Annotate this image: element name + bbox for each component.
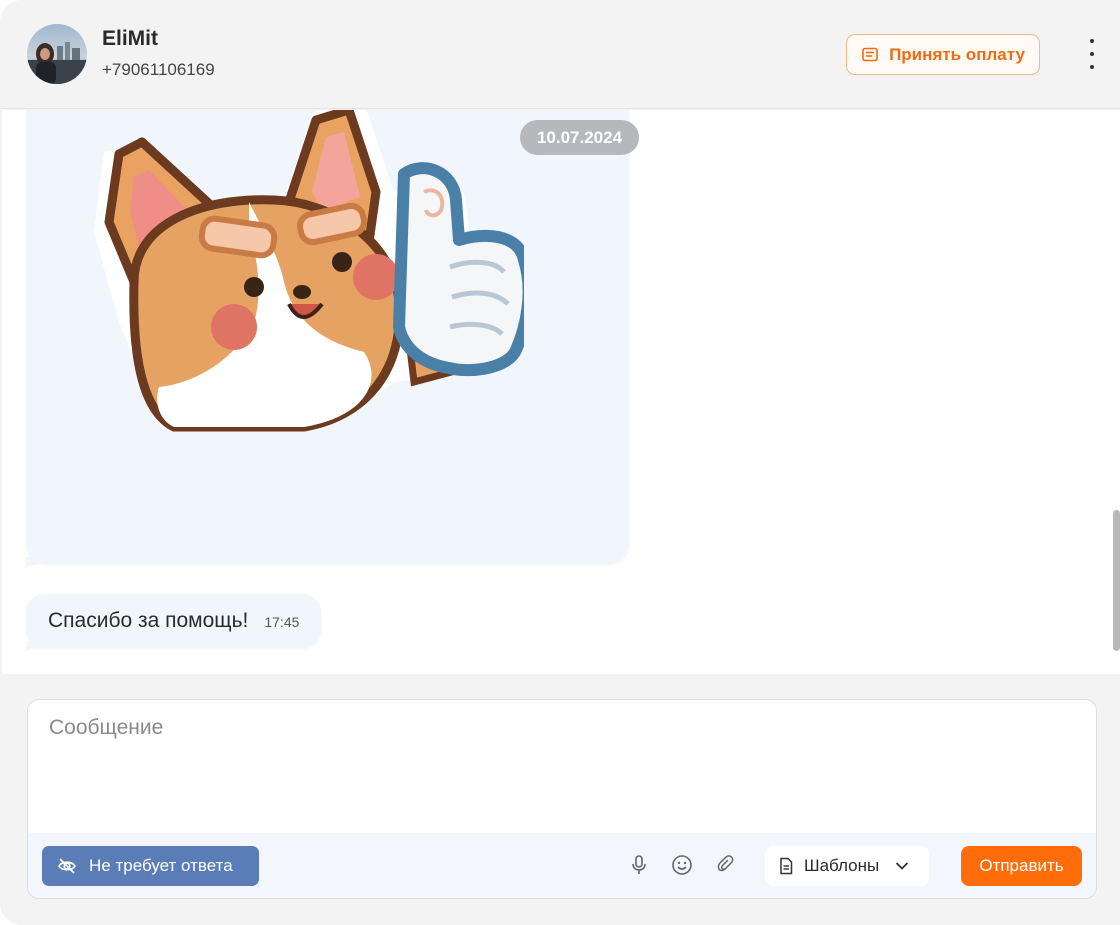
document-icon bbox=[780, 857, 793, 875]
message-time: 17:45 bbox=[264, 614, 300, 630]
chat-window: EliMit +79061106169 Принять оплату 10.07… bbox=[0, 0, 1120, 925]
scrollbar-thumb[interactable] bbox=[1113, 510, 1120, 651]
bubble-tail bbox=[24, 557, 38, 567]
contact-name: EliMit bbox=[102, 27, 158, 50]
message-text: Спасибо за помощь! bbox=[48, 609, 249, 632]
message-card-icon bbox=[862, 47, 878, 61]
templates-dropdown[interactable]: Шаблоны bbox=[765, 846, 929, 886]
contact-phone: +79061106169 bbox=[102, 60, 215, 79]
templates-label: Шаблоны bbox=[804, 856, 880, 875]
send-button[interactable]: Отправить bbox=[961, 846, 1082, 886]
message-input[interactable] bbox=[28, 700, 1096, 833]
emoji-icon[interactable] bbox=[669, 852, 695, 878]
accept-payment-button[interactable]: Принять оплату bbox=[846, 34, 1040, 75]
date-badge: 10.07.2024 bbox=[520, 120, 639, 155]
eye-off-icon bbox=[58, 858, 76, 874]
no-reply-needed-button[interactable]: Не требует ответа bbox=[42, 846, 259, 886]
chevron-down-icon bbox=[896, 862, 909, 870]
paperclip-icon[interactable] bbox=[713, 852, 739, 878]
more-vertical-icon[interactable] bbox=[1080, 36, 1104, 72]
message-list[interactable]: 10.07.2024 Спасибо за помощь! 17:45 bbox=[2, 110, 1120, 674]
microphone-icon[interactable] bbox=[626, 852, 652, 878]
text-message[interactable]: Спасибо за помощь! 17:45 bbox=[26, 594, 322, 648]
message-composer: Не требует ответа bbox=[27, 699, 1097, 899]
corgi-thumbs-up-sticker bbox=[94, 110, 524, 432]
avatar[interactable] bbox=[27, 24, 87, 84]
chat-header: EliMit +79061106169 Принять оплату bbox=[0, 0, 1120, 109]
composer-toolbar: Не требует ответа Шаблоны Отправить bbox=[28, 833, 1096, 898]
accept-payment-label: Принять оплату bbox=[889, 44, 1025, 64]
no-reply-needed-label: Не требует ответа bbox=[89, 856, 233, 875]
bubble-tail bbox=[24, 641, 38, 651]
sticker-message[interactable]: 10.07.2024 bbox=[26, 110, 639, 564]
